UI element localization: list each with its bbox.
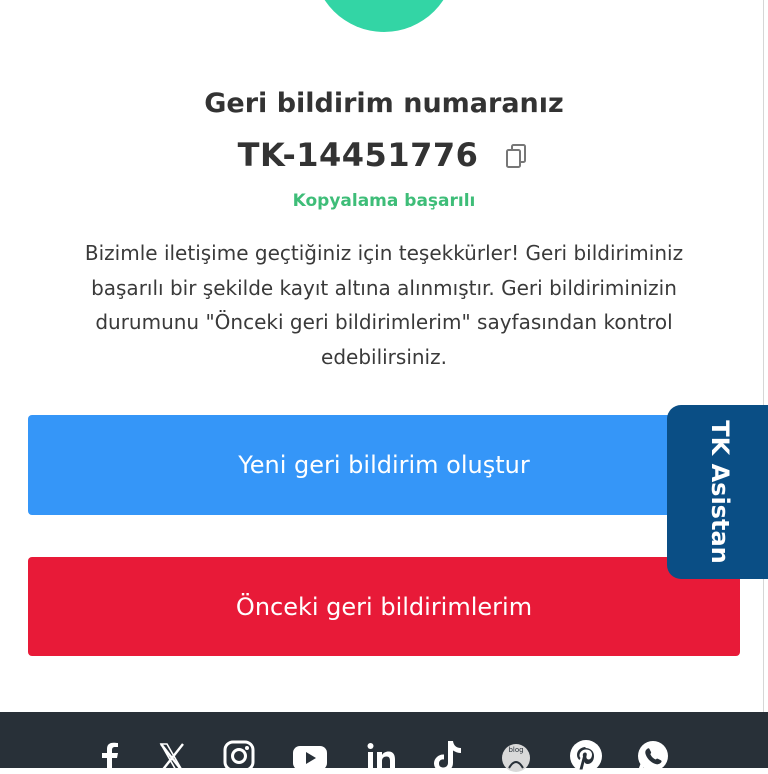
previous-feedback-button[interactable]: Önceki geri bildirimlerim [28,557,740,656]
whatsapp-icon[interactable] [635,738,671,774]
pinterest-icon[interactable] [568,738,604,774]
facebook-icon[interactable] [92,738,128,774]
feedback-number-title: Geri bildirim numaranız [204,88,564,119]
linkedin-icon[interactable] [364,738,400,774]
feedback-code: TK-14451776 [237,136,479,174]
copy-icon[interactable] [504,143,530,169]
success-check-icon [313,0,455,32]
tk-assistant-label: TK Asistan [706,420,734,564]
svg-text:blog: blog [508,746,523,754]
new-feedback-button[interactable]: Yeni geri bildirim oluştur [28,415,740,515]
tk-assistant-tab[interactable]: TK Asistan [667,405,768,579]
confirmation-message: Bizimle iletişime geçtiğiniz için teşekk… [84,241,684,369]
feedback-code-row: TK-14451776 [0,136,768,174]
tiktok-icon[interactable] [431,738,467,774]
blog-icon[interactable]: blog [499,738,535,774]
instagram-icon[interactable] [221,738,257,774]
copy-status-text: Kopyalama başarılı [292,191,476,211]
youtube-icon[interactable] [292,738,328,774]
x-icon[interactable] [154,738,190,774]
